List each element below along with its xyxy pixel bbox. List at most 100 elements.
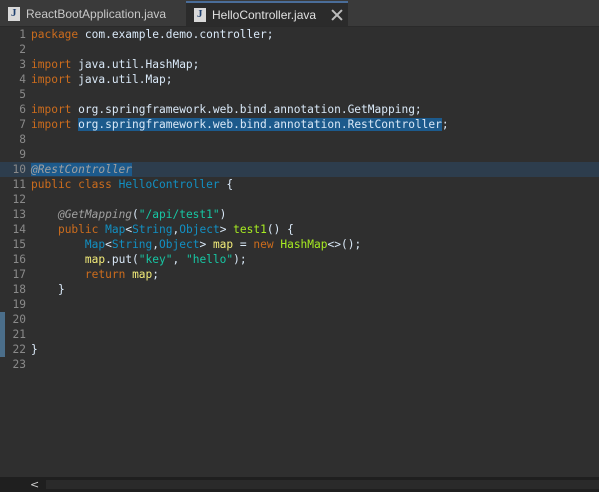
line-number: 9	[19, 148, 26, 161]
code-token: com.example.demo.controller;	[78, 28, 274, 41]
code-editor[interactable]: 1 package com.example.demo.controller; 2 3 i…	[0, 27, 599, 477]
code-token: <	[105, 238, 112, 251]
code-token: HelloController	[118, 178, 220, 191]
code-text: import java.util.HashMap;	[31, 57, 199, 72]
java-file-icon: J	[194, 7, 206, 22]
code-token: Map	[84, 238, 106, 251]
line-number: 1	[19, 28, 26, 41]
code-token: import	[31, 58, 72, 71]
line-number: 14	[12, 223, 26, 236]
code-line[interactable]: 21	[0, 327, 599, 342]
code-token: =	[233, 238, 254, 251]
code-token: map	[84, 253, 106, 266]
code-line[interactable]: 17 return map;	[0, 267, 599, 282]
code-token: <>();	[327, 238, 362, 251]
code-token: org.springframework.web.bind.annotation.…	[71, 103, 422, 116]
code-line[interactable]: 16 map.put("key", "hello");	[0, 252, 599, 267]
code-text: @GetMapping("/api/test1")	[31, 207, 226, 222]
code-line[interactable]: 20	[0, 312, 599, 327]
code-text: package com.example.demo.controller;	[31, 27, 273, 42]
code-token: test1	[233, 223, 267, 236]
code-line[interactable]: 23	[0, 357, 599, 372]
line-number: 22	[12, 343, 26, 356]
code-token: ;	[441, 118, 449, 131]
code-token: class	[78, 178, 112, 191]
line-number: 2	[19, 43, 26, 56]
code-line[interactable]: 4 import java.util.Map;	[0, 72, 599, 87]
code-token: import	[31, 103, 72, 116]
code-text: }	[31, 342, 38, 357]
code-token: "key"	[138, 253, 173, 266]
code-token: new	[253, 238, 274, 251]
line-number: 11	[12, 178, 26, 191]
line-number: 19	[12, 298, 26, 311]
close-tab-icon[interactable]	[330, 8, 344, 22]
code-line[interactable]: 12	[0, 192, 599, 207]
code-token: )	[219, 208, 227, 221]
tab-hello-controller[interactable]: J HelloController.java	[186, 1, 348, 26]
line-number: 8	[19, 133, 26, 146]
code-line[interactable]: 2	[0, 42, 599, 57]
scroll-left-icon[interactable]: <	[30, 479, 42, 491]
code-token: import	[31, 73, 72, 86]
line-number: 23	[12, 358, 26, 371]
code-line[interactable]: 8	[0, 132, 599, 147]
code-token: "hello"	[185, 253, 234, 266]
line-number: 15	[12, 238, 26, 251]
code-token: Object	[159, 238, 200, 251]
code-token: org.springframework.web.bind.annotation.…	[78, 118, 442, 131]
code-line[interactable]: 22}	[0, 342, 599, 357]
code-line[interactable]: 7 import org.springframework.web.bind.ann…	[0, 117, 599, 132]
code-token: }	[31, 343, 38, 356]
code-text: import org.springframework.web.bind.anno…	[31, 102, 422, 117]
code-text: import org.springframework.web.bind.anno…	[31, 117, 449, 132]
code-text: Map<String,Object> map = new HashMap<>()…	[31, 237, 361, 252]
code-token: (	[132, 208, 139, 221]
code-token: {	[219, 178, 234, 191]
code-text: import java.util.Map;	[31, 72, 172, 87]
code-token: package	[31, 28, 79, 41]
code-token: import	[31, 118, 72, 131]
code-line[interactable]: 14 public Map<String,Object> test1() {	[0, 222, 599, 237]
code-line[interactable]: 13 @GetMapping("/api/test1")	[0, 207, 599, 222]
line-number: 10	[12, 163, 26, 176]
code-text: public class HelloController {	[31, 177, 233, 192]
code-text: }	[31, 282, 65, 297]
code-line[interactable]: 10 @RestController	[0, 162, 599, 177]
code-line[interactable]: 3 import java.util.HashMap;	[0, 57, 599, 72]
code-token: String	[111, 238, 153, 251]
code-line[interactable]: 9	[0, 147, 599, 162]
code-token: "/api/test1"	[138, 208, 220, 221]
line-number: 16	[12, 253, 26, 266]
code-token: >	[199, 238, 213, 251]
code-line[interactable]: 11 public class HelloController {	[0, 177, 599, 192]
code-line[interactable]: 5	[0, 87, 599, 102]
code-line[interactable]: 19	[0, 297, 599, 312]
scrollbar-track[interactable]	[46, 480, 599, 489]
code-line[interactable]: 15 Map<String,Object> map = new HashMap<…	[0, 237, 599, 252]
line-number: 21	[12, 328, 26, 341]
line-number: 6	[19, 103, 26, 116]
code-token: Map	[105, 223, 126, 236]
code-token: .put(	[105, 253, 139, 266]
java-file-icon: J	[8, 7, 20, 21]
tab-react-boot-application[interactable]: J ReactBootApplication.java	[0, 2, 186, 26]
code-line[interactable]: 1 package com.example.demo.controller;	[0, 27, 599, 42]
editor-tab-bar: J ReactBootApplication.java J HelloContr…	[0, 0, 599, 27]
code-token: HashMap	[280, 238, 328, 251]
code-token: map	[132, 268, 153, 281]
code-token: );	[233, 253, 247, 266]
code-line[interactable]: 6 import org.springframework.web.bind.ann…	[0, 102, 599, 117]
code-token: public	[57, 223, 99, 236]
line-number: 18	[12, 283, 26, 296]
code-line[interactable]: 18 }	[0, 282, 599, 297]
line-number: 13	[12, 208, 26, 221]
code-text: return map;	[31, 267, 159, 282]
code-token: ,	[172, 253, 186, 266]
line-number: 7	[19, 118, 26, 131]
code-token: public	[31, 178, 72, 191]
horizontal-scrollbar[interactable]: <	[0, 477, 599, 492]
code-token: @RestController	[31, 163, 133, 176]
